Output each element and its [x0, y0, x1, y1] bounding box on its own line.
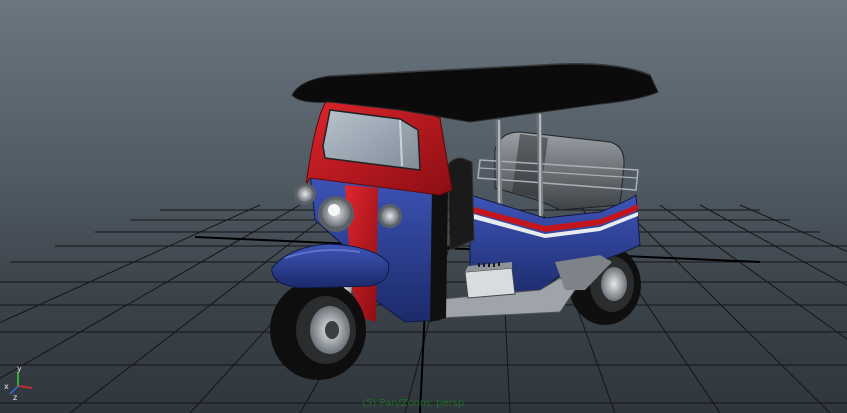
axis-label-x: x	[4, 382, 9, 391]
viewport-status-text: (5) Pan/Zoom: persp	[362, 398, 465, 409]
tuk-tuk-model[interactable]	[270, 63, 659, 380]
front-wheel	[270, 280, 366, 380]
axis-label-z: z	[13, 393, 17, 402]
battery-box	[464, 262, 516, 299]
axis-label-y: y	[17, 364, 22, 373]
scene-canvas[interactable]	[0, 0, 847, 413]
3d-viewport[interactable]: y x z (5) Pan/Zoom: persp	[0, 0, 847, 413]
driver-seat	[447, 157, 475, 251]
axis-gizmo-icon: y x z	[4, 364, 33, 402]
